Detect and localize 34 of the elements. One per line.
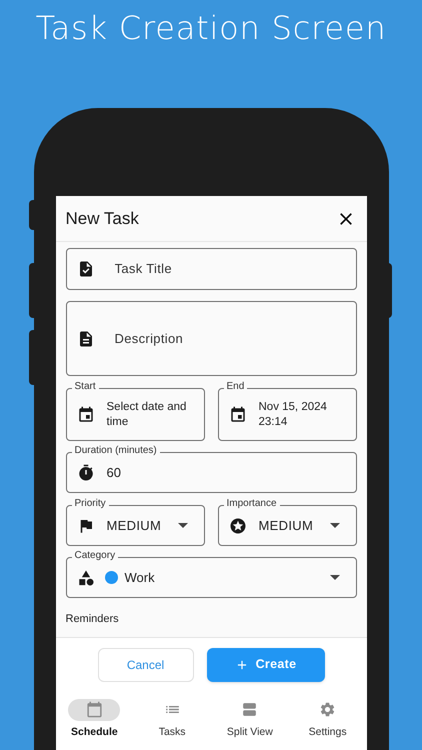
dropdown-caret-icon	[330, 523, 340, 528]
date-time-value: Select date and time	[106, 400, 188, 430]
date-time-field[interactable]: Nov 15, 2024 23:14	[218, 388, 356, 441]
shapes-icon	[76, 568, 94, 586]
task-title-field[interactable]: Task Title	[66, 248, 356, 290]
category-value: Work	[124, 568, 155, 587]
field-label: Priority	[72, 497, 109, 511]
star-icon	[228, 516, 246, 534]
nav-tab[interactable]: Schedule	[56, 698, 134, 740]
nav-tab[interactable]: Split View	[211, 698, 289, 740]
priority-value: MEDIUM	[106, 516, 162, 535]
calendar-icon	[86, 701, 103, 718]
dropdown-caret-icon	[178, 523, 188, 528]
description-field[interactable]: Description	[66, 301, 356, 376]
description-input[interactable]: Description	[114, 328, 346, 348]
calendar-icon	[76, 406, 94, 424]
date-time-field[interactable]: Select date and time	[66, 388, 204, 441]
nav-tab[interactable]: Settings	[288, 698, 366, 740]
importance-value: MEDIUM	[258, 516, 314, 535]
calendar-icon	[228, 406, 246, 424]
nav-tab[interactable]: Tasks	[133, 698, 211, 740]
page-title: Task Creation Screen	[36, 8, 386, 48]
field-label: Category	[72, 549, 118, 563]
stopwatch-icon	[76, 464, 94, 482]
dialog-title: New Task	[66, 208, 139, 230]
reminders-heading: Reminders	[66, 612, 120, 627]
task-title-input[interactable]: Task Title	[114, 259, 346, 279]
split-view-icon	[241, 701, 258, 718]
field-label: Duration (minutes)	[72, 444, 160, 458]
dropdown-caret-icon	[330, 575, 340, 580]
field-label: Importance	[224, 497, 280, 511]
duration-value: 60	[106, 464, 121, 482]
date-time-value: Nov 15, 2024 23:14	[258, 400, 328, 430]
settings-icon	[319, 701, 336, 718]
